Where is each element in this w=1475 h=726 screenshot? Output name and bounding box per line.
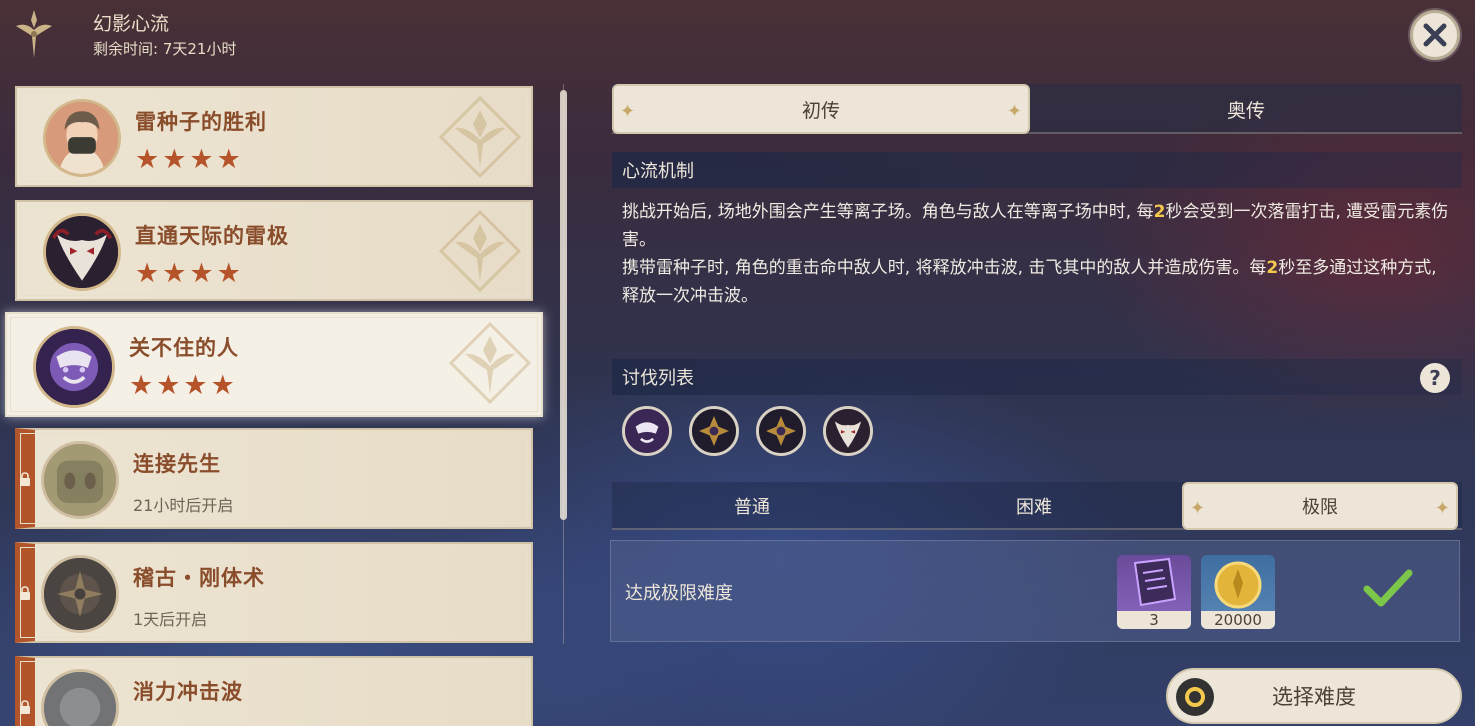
challenge-card-selected[interactable]: 关不住的人 ★★★★ xyxy=(5,312,543,417)
watermark-emblem-icon xyxy=(438,95,522,179)
close-button[interactable] xyxy=(1410,10,1460,60)
star-rating: ★★★★ xyxy=(135,144,244,175)
stage-tabs: ✦ 初传 ✦ 奥传 xyxy=(612,84,1462,134)
challenge-card[interactable]: 雷种子的胜利 ★★★★ xyxy=(15,86,533,187)
difficulty-tabs: 普通 困难 ✦ 极限 ✦ xyxy=(612,482,1462,530)
character-avatar xyxy=(41,555,119,633)
tab-first[interactable]: ✦ 初传 ✦ xyxy=(612,84,1030,134)
book-icon xyxy=(1133,557,1177,607)
button-label: 选择难度 xyxy=(1272,685,1356,709)
lock-icon xyxy=(20,700,30,714)
checkmark-icon xyxy=(1363,569,1413,607)
lock-icon xyxy=(20,586,30,600)
sparkle-icon: ✦ xyxy=(1006,101,1022,122)
unlock-time: 21小时后开启 xyxy=(133,496,234,515)
difficulty-extreme[interactable]: ✦ 极限 ✦ xyxy=(1182,482,1458,530)
challenge-card-locked[interactable]: 消力冲击波 xyxy=(15,656,533,726)
tab-label: 初传 xyxy=(801,99,840,122)
unlock-time: 1天后开启 xyxy=(133,610,208,629)
watermark-emblem-icon xyxy=(438,209,522,293)
challenge-list[interactable]: 雷种子的胜利 ★★★★ 直通天际的雷极 ★★★★ 关不住的人 ★★★★ 连接先生… xyxy=(0,80,560,726)
mora-coin-icon xyxy=(1214,561,1262,609)
enemy-icon[interactable] xyxy=(756,406,806,456)
reward-count: 3 xyxy=(1117,611,1191,629)
close-icon xyxy=(1423,23,1447,47)
enemy-icon[interactable] xyxy=(689,406,739,456)
sparkle-icon: ✦ xyxy=(620,101,636,122)
event-title: 幻影心流 xyxy=(93,13,170,35)
mechanism-header: 心流机制 xyxy=(612,152,1462,188)
remaining-time: 剩余时间: 7天21小时 xyxy=(93,40,237,58)
scroll-thumb[interactable] xyxy=(560,90,567,520)
enemy-icon[interactable] xyxy=(823,406,873,456)
watermark-emblem-icon xyxy=(448,321,532,405)
challenge-title: 连接先生 xyxy=(133,452,221,476)
character-avatar xyxy=(33,326,115,408)
star-rating: ★★★★ xyxy=(129,370,238,401)
difficulty-hard[interactable]: 困难 xyxy=(894,482,1174,530)
challenge-title: 关不住的人 xyxy=(129,336,239,360)
tab-label: 极限 xyxy=(1302,497,1338,518)
enemy-icon[interactable] xyxy=(622,406,672,456)
star-rating: ★★★★ xyxy=(135,258,244,289)
list-scrollbar[interactable] xyxy=(560,84,567,644)
character-avatar xyxy=(41,669,119,726)
challenge-title: 消力冲击波 xyxy=(133,680,243,704)
reward-item-book[interactable]: 3 xyxy=(1117,555,1191,629)
tab-label: 奥传 xyxy=(1226,99,1265,122)
sparkle-icon: ✦ xyxy=(1434,498,1450,519)
lock-icon xyxy=(20,472,30,486)
challenge-card[interactable]: 直通天际的雷极 ★★★★ xyxy=(15,200,533,301)
difficulty-normal[interactable]: 普通 xyxy=(612,482,892,530)
reward-count: 20000 xyxy=(1201,611,1275,629)
mechanism-description: 挑战开始后, 场地外围会产生等离子场。角色与敌人在等离子场中时, 每2秒会受到一… xyxy=(622,202,1449,306)
help-icon[interactable]: ? xyxy=(1420,363,1450,393)
select-difficulty-button[interactable]: 选择难度 xyxy=(1166,668,1462,724)
enemy-list-header: 讨伐列表 xyxy=(612,359,1462,395)
confirm-circle-icon xyxy=(1176,678,1214,716)
tab-second[interactable]: 奥传 xyxy=(1030,84,1462,134)
character-avatar xyxy=(43,99,121,177)
reward-item-mora[interactable]: 20000 xyxy=(1201,555,1275,629)
reward-condition: 达成极限难度 xyxy=(625,583,733,604)
challenge-title: 直通天际的雷极 xyxy=(135,224,289,248)
reward-row: 达成极限难度 3 20000 xyxy=(610,540,1460,642)
challenge-card-locked[interactable]: 稽古・刚体术 1天后开启 xyxy=(15,542,533,643)
challenge-title: 稽古・刚体术 xyxy=(133,566,265,590)
challenge-title: 雷种子的胜利 xyxy=(135,110,267,134)
event-emblem-icon xyxy=(16,10,52,59)
character-avatar xyxy=(43,213,121,291)
sparkle-icon: ✦ xyxy=(1190,498,1206,519)
character-avatar xyxy=(41,441,119,519)
challenge-card-locked[interactable]: 连接先生 21小时后开启 xyxy=(15,428,533,529)
